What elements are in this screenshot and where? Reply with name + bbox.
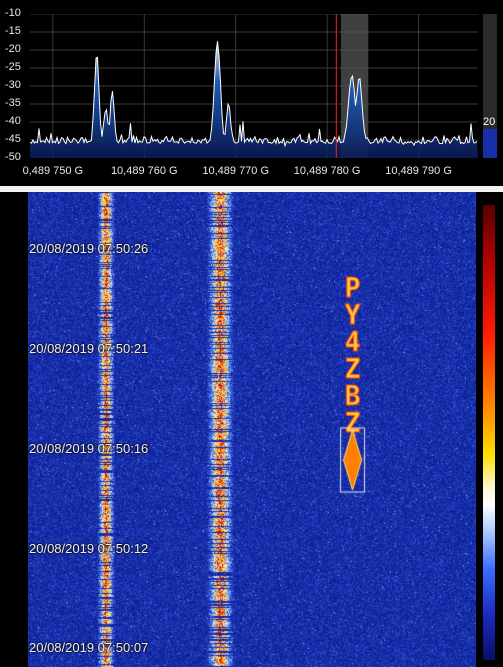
y-tick-label: -40 [5, 115, 21, 127]
y-tick-label: -50 [5, 151, 21, 163]
waterfall-color-scale [483, 205, 495, 660]
y-tick-label: -10 [5, 7, 21, 19]
y-tick-label: -20 [5, 43, 21, 55]
y-tick-label: -35 [5, 97, 21, 109]
waterfall-display[interactable] [28, 192, 476, 667]
y-tick-label: -30 [5, 79, 21, 91]
waterfall-timestamp: 20/08/2019 07:50:26 [29, 241, 149, 256]
waterfall-timestamp: 20/08/2019 07:50:16 [29, 441, 149, 456]
spectrum-panel[interactable]: -10 -15 -20 -25 -30 -35 -40 -45 -50 0,489 750 G 1… [0, 0, 503, 186]
x-tick-label: 0,489 750 G [22, 165, 84, 177]
spectrum-plot[interactable] [30, 14, 478, 158]
x-tick-label: 10,489 780 G [293, 165, 361, 177]
x-tick-label: 10,489 790 G [385, 165, 452, 177]
y-tick-label: -15 [5, 25, 21, 37]
waterfall-timestamp: 20/08/2019 07:50:07 [29, 640, 149, 655]
x-tick-label: 10,489 770 G [202, 165, 270, 177]
level-meter-fill [483, 129, 497, 158]
waterfall-panel[interactable]: 20/08/2019 07:50:26 20/08/2019 07:50:21 … [0, 192, 503, 667]
waterfall-timestamp: 20/08/2019 07:50:21 [29, 341, 149, 356]
level-value: 20 [483, 116, 496, 128]
level-meter[interactable] [483, 14, 497, 158]
y-tick-label: -45 [5, 133, 21, 145]
x-tick-label: 10,489 760 G [110, 165, 178, 177]
waterfall-timestamp: 20/08/2019 07:50:12 [29, 541, 149, 556]
spectrum-svg[interactable] [30, 14, 478, 158]
y-tick-label: -25 [5, 61, 21, 73]
